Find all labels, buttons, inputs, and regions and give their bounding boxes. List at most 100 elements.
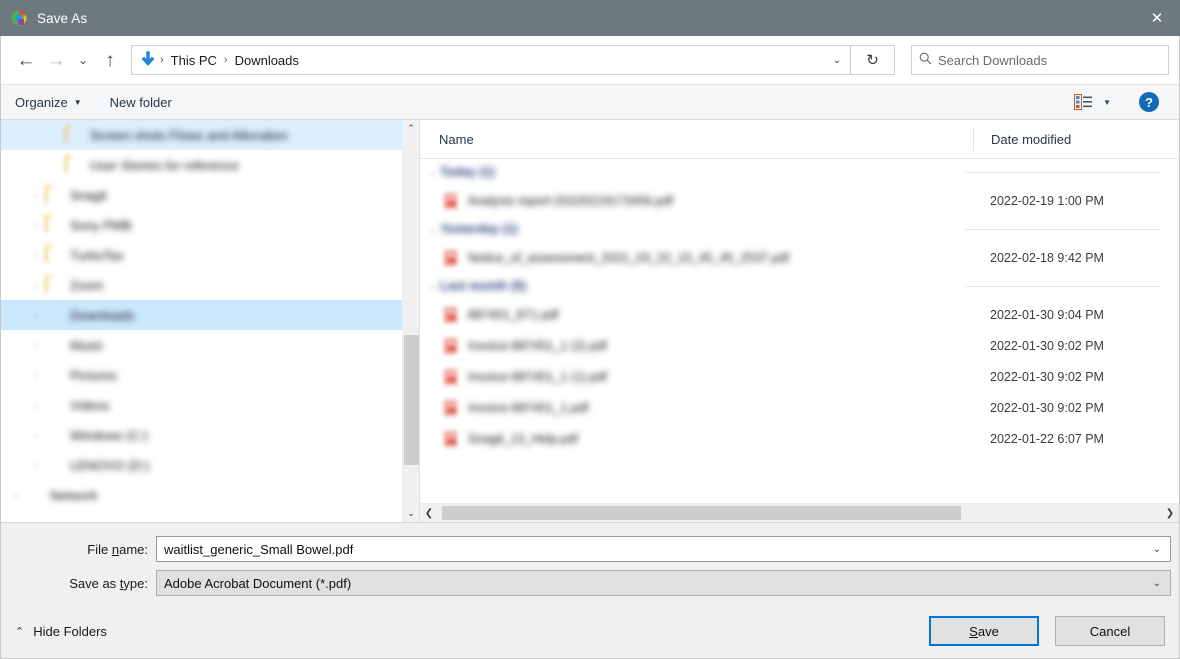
file-name-cell: 887451_871.pdf xyxy=(468,308,973,322)
forward-button[interactable]: → xyxy=(41,45,71,75)
column-header-date-modified[interactable]: Date modified xyxy=(973,127,1179,151)
search-input[interactable]: Search Downloads xyxy=(938,53,1047,68)
list-view-icon[interactable] xyxy=(1074,94,1093,110)
sidebar-item[interactable]: ›Windows (C:) xyxy=(1,420,419,450)
chevron-down-icon[interactable]: ⌄ xyxy=(1144,578,1170,589)
sidebar-item[interactable]: ›Zoom xyxy=(1,270,419,300)
help-button[interactable]: ? xyxy=(1139,92,1159,112)
breadcrumb-item-this-pc[interactable]: This PC xyxy=(167,53,221,68)
expand-chevron-icon[interactable]: › xyxy=(27,461,45,470)
expand-chevron-icon[interactable]: › xyxy=(27,281,45,290)
file-group-header[interactable]: ⌄Last month (5) xyxy=(420,273,1179,299)
organize-button[interactable]: Organize ▼ xyxy=(15,95,82,110)
file-type-label-post: ype: xyxy=(123,576,148,591)
sidebar-item[interactable]: ›Pictures xyxy=(1,360,419,390)
search-box[interactable]: Search Downloads xyxy=(911,45,1169,75)
back-button[interactable]: ← xyxy=(11,45,41,75)
sidebar-item[interactable]: › Sony PMB xyxy=(1,210,419,240)
group-expand-icon[interactable]: ⌄ xyxy=(426,282,440,291)
sidebar-item[interactable]: ›Music xyxy=(1,330,419,360)
group-expand-icon[interactable]: ⌄ xyxy=(426,168,440,177)
sidebar-item[interactable]: ›Snagit xyxy=(1,180,419,210)
column-headers: Name Date modified ⌄ xyxy=(420,120,1179,159)
file-row[interactable]: Notice_of_assessment_2021_03_22_15_45_45… xyxy=(420,242,1179,273)
scroll-left-icon[interactable]: ❮ xyxy=(420,508,438,519)
new-folder-label: New folder xyxy=(110,95,172,110)
file-row[interactable]: 887451_871.pdf2022-01-30 9:04 PM xyxy=(420,299,1179,330)
navigation-pane: Screen shots Flows and AllocationUser St… xyxy=(1,120,419,522)
sidebar-item[interactable]: User Stories for reference xyxy=(1,150,419,180)
file-date-cell: 2022-02-18 9:42 PM xyxy=(973,251,1179,265)
new-folder-button[interactable]: New folder xyxy=(110,95,172,110)
scroll-right-icon[interactable]: ❯ xyxy=(1161,508,1179,519)
sidebar-item-label: Sony PMB xyxy=(70,218,131,233)
address-bar[interactable]: › This PC › Downloads ⌄ xyxy=(131,45,851,75)
expand-chevron-icon[interactable]: › xyxy=(27,431,45,440)
file-row[interactable]: Analysis report-20220219173456.pdf2022-0… xyxy=(420,185,1179,216)
breadcrumb-item-downloads[interactable]: Downloads xyxy=(231,53,303,68)
hide-folders-button[interactable]: ⌃ Hide Folders xyxy=(15,624,107,639)
command-bar: Organize ▼ New folder xyxy=(1,84,1179,120)
sidebar-item[interactable]: ›Network xyxy=(1,480,419,510)
file-row[interactable]: Snagit_13_Help.pdf2022-01-22 6:07 PM xyxy=(420,423,1179,454)
music-icon xyxy=(45,338,62,353)
scroll-up-icon[interactable]: ⌃ xyxy=(403,120,419,137)
hscrollbar-thumb[interactable] xyxy=(442,506,961,520)
expand-chevron-icon[interactable]: › xyxy=(27,251,45,260)
file-list-pane: Name Date modified ⌄ ⌄Today (1)Analysis … xyxy=(420,120,1179,522)
expand-chevron-icon[interactable]: › xyxy=(27,371,45,380)
file-list[interactable]: ⌄Today (1)Analysis report-20220219173456… xyxy=(420,159,1179,503)
file-name-cell: Invoice-887451_1 (1).pdf xyxy=(468,370,973,384)
file-group-header[interactable]: ⌄Today (1) xyxy=(420,159,1179,185)
file-name-cell: Notice_of_assessment_2021_03_22_15_45_45… xyxy=(468,251,973,265)
expand-chevron-icon[interactable]: › xyxy=(27,401,45,410)
file-row[interactable]: Invoice-887451_1.pdf2022-01-30 9:02 PM xyxy=(420,392,1179,423)
chevron-up-icon: ⌃ xyxy=(15,625,24,638)
sidebar-item[interactable]: Screen shots Flows and Allocation xyxy=(1,120,419,150)
expand-chevron-icon[interactable]: › xyxy=(27,311,45,320)
refresh-icon: ↻ xyxy=(866,51,879,69)
navpane-vertical-scrollbar[interactable]: ⌃ ⌄ xyxy=(402,120,419,522)
file-row[interactable]: Invoice-887451_1 (2).pdf2022-01-30 9:02 … xyxy=(420,330,1179,361)
file-group-header[interactable]: ⌄Yesterday (1) xyxy=(420,216,1179,242)
sidebar-item[interactable]: ›Videos xyxy=(1,390,419,420)
group-expand-icon[interactable]: ⌄ xyxy=(426,225,440,234)
file-date-cell: 2022-01-30 9:02 PM xyxy=(973,339,1179,353)
column-header-name[interactable]: Name xyxy=(420,132,973,147)
up-button[interactable]: ↑ xyxy=(95,45,125,75)
expand-chevron-icon[interactable]: › xyxy=(27,191,45,200)
sidebar-item[interactable]: ›TurboTax xyxy=(1,240,419,270)
scrollbar-thumb[interactable] xyxy=(404,335,419,465)
sidebar-item[interactable]: ›LENOVO (D:) xyxy=(1,450,419,480)
save-button[interactable]: Save xyxy=(929,616,1039,646)
videos-icon xyxy=(45,398,62,413)
file-name-cell: Invoice-887451_1 (2).pdf xyxy=(468,339,973,353)
close-icon[interactable]: ✕ xyxy=(1134,0,1180,36)
sidebar-item[interactable]: ›Downloads xyxy=(1,300,419,330)
file-name-input[interactable]: waitlist_generic_Small Bowel.pdf ⌄ xyxy=(156,536,1171,562)
cancel-button[interactable]: Cancel xyxy=(1055,616,1165,646)
file-type-value: Adobe Acrobat Document (*.pdf) xyxy=(157,576,351,591)
chevron-down-icon[interactable]: ⌄ xyxy=(1144,544,1170,555)
main-panes: Screen shots Flows and AllocationUser St… xyxy=(1,120,1179,522)
view-options-caret-icon[interactable]: ▼ xyxy=(1103,98,1111,107)
address-dropdown-icon[interactable]: ⌄ xyxy=(824,55,850,66)
folder-icon xyxy=(45,188,62,203)
expand-chevron-icon[interactable]: › xyxy=(7,491,25,500)
forward-arrow-icon: → xyxy=(47,51,66,70)
scroll-down-icon[interactable]: ⌄ xyxy=(403,505,419,522)
file-list-horizontal-scrollbar[interactable]: ❮ ❯ xyxy=(420,503,1179,522)
pdf-icon xyxy=(440,369,460,385)
recent-locations-button[interactable]: ⌄ xyxy=(71,45,95,75)
refresh-button[interactable]: ↻ xyxy=(851,45,895,75)
chevron-down-icon: ⌄ xyxy=(78,53,88,67)
file-date-cell: 2022-01-30 9:02 PM xyxy=(973,370,1179,384)
save-form: File name: waitlist_generic_Small Bowel.… xyxy=(1,522,1179,604)
file-type-select[interactable]: Adobe Acrobat Document (*.pdf) ⌄ xyxy=(156,570,1171,596)
file-row[interactable]: Invoice-887451_1 (1).pdf2022-01-30 9:02 … xyxy=(420,361,1179,392)
expand-chevron-icon[interactable]: › xyxy=(27,341,45,350)
pictures-icon xyxy=(45,368,62,383)
folder-icon xyxy=(45,218,62,233)
expand-chevron-icon[interactable]: › xyxy=(27,221,45,230)
file-date-cell: 2022-02-19 1:00 PM xyxy=(973,194,1179,208)
